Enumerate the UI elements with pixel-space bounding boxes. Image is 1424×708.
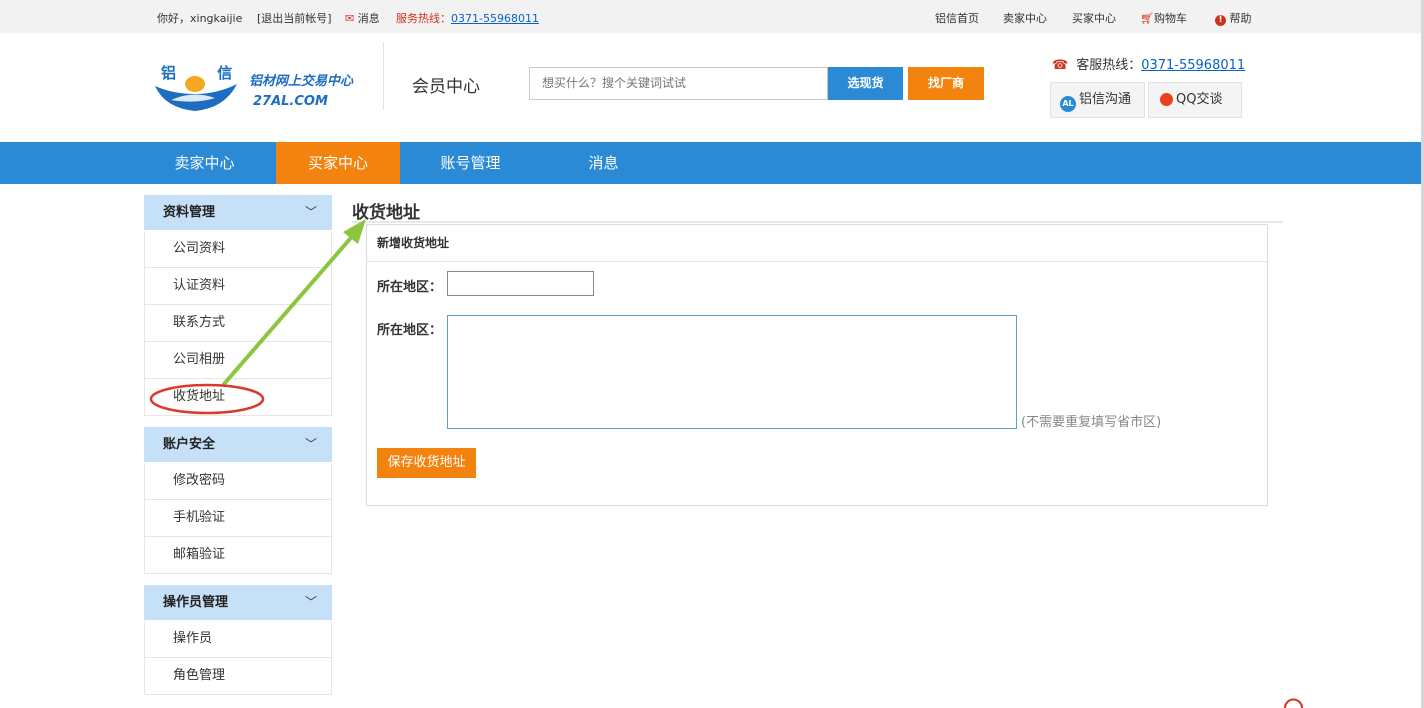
annotation-circle-icon <box>149 383 265 415</box>
annotation-arrow-icon <box>222 219 366 386</box>
annotation-overlay <box>149 219 1303 708</box>
corner-widget-icon <box>1284 698 1303 708</box>
